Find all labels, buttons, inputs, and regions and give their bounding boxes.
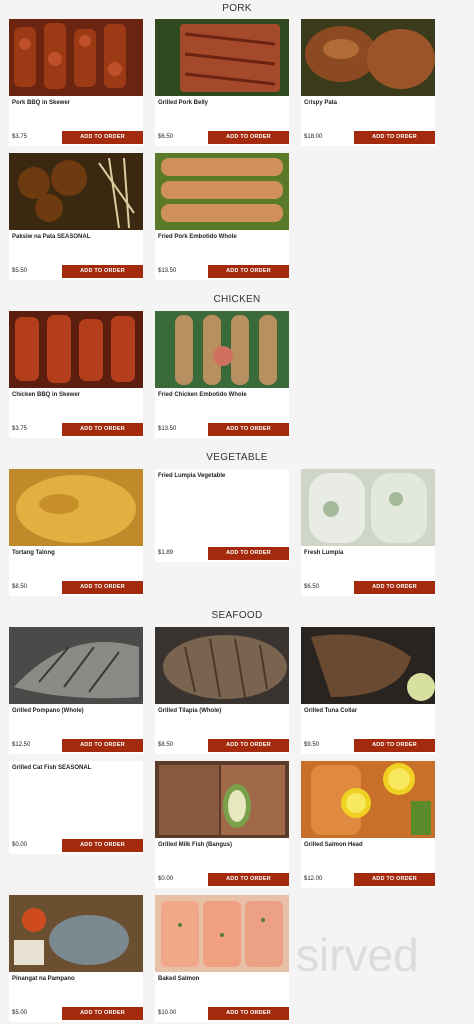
section-title-chicken: CHICKEN bbox=[213, 294, 261, 305]
item-name: Grilled Cat Fish SEASONAL bbox=[12, 765, 92, 771]
item-price: $12.00 bbox=[304, 876, 323, 882]
food-photo bbox=[155, 627, 289, 704]
menu-item-pinangat[interactable]: Pinangat na Pampano $5.00 ADD TO ORDER bbox=[9, 895, 143, 1022]
food-photo bbox=[301, 19, 435, 96]
section-title-pork: PORK bbox=[222, 3, 252, 14]
menu-item-milk-fish[interactable]: Grilled Milk Fish (Bangus) $0.00 ADD TO … bbox=[155, 761, 289, 888]
food-photo bbox=[9, 311, 143, 388]
food-photo bbox=[301, 627, 435, 704]
section-title-vegetable: VEGETABLE bbox=[206, 452, 268, 463]
menu-item-baked-salmon[interactable]: Baked Salmon $10.00 ADD TO ORDER bbox=[155, 895, 289, 1022]
item-price: $13.50 bbox=[158, 426, 177, 432]
food-photo bbox=[155, 311, 289, 388]
add-to-order-button[interactable]: ADD TO ORDER bbox=[62, 839, 143, 852]
menu-item-pork-belly[interactable]: Grilled Pork Belly $6.50 ADD TO ORDER bbox=[155, 19, 289, 146]
add-to-order-button[interactable]: ADD TO ORDER bbox=[354, 739, 435, 752]
add-to-order-button[interactable]: ADD TO ORDER bbox=[62, 739, 143, 752]
sirved-watermark: sirved bbox=[296, 929, 419, 981]
item-name: Paksiw na Pata SEASONAL bbox=[12, 234, 91, 240]
item-name: Fried Pork Embotido Whole bbox=[158, 234, 237, 240]
item-name: Grilled Pork Belly bbox=[158, 100, 209, 106]
menu-item-chicken-bbq[interactable]: Chicken BBQ in Skewer $3.75 ADD TO ORDER bbox=[9, 311, 143, 438]
item-price: $6.50 bbox=[158, 134, 174, 140]
item-name: Fried Chicken Embotido Whole bbox=[158, 392, 247, 398]
menu-item-crispy-pata[interactable]: Crispy Pata $18.00 ADD TO ORDER bbox=[301, 19, 435, 146]
item-price: $9.50 bbox=[304, 742, 320, 748]
item-name: Baked Salmon bbox=[158, 976, 200, 982]
add-to-order-button[interactable]: ADD TO ORDER bbox=[354, 581, 435, 594]
food-photo bbox=[301, 761, 435, 838]
item-name: Grilled Salmon Head bbox=[304, 842, 363, 848]
item-price: $5.00 bbox=[12, 1010, 28, 1016]
item-name: Grilled Milk Fish (Bangus) bbox=[158, 842, 233, 848]
item-price: $13.50 bbox=[158, 268, 177, 274]
food-photo bbox=[9, 895, 143, 972]
item-price: $1.89 bbox=[158, 550, 174, 556]
item-price: $6.50 bbox=[304, 584, 320, 590]
item-name: Fried Lumpia Vegetable bbox=[158, 473, 226, 479]
item-price: $12.50 bbox=[12, 742, 31, 748]
add-to-order-button[interactable]: ADD TO ORDER bbox=[62, 423, 143, 436]
menu-item-fresh-lumpia[interactable]: Fresh Lumpia $6.50 ADD TO ORDER bbox=[301, 469, 435, 596]
food-photo bbox=[155, 895, 289, 972]
food-photo bbox=[155, 761, 289, 838]
add-to-order-button[interactable]: ADD TO ORDER bbox=[208, 873, 289, 886]
item-price: $0.00 bbox=[12, 842, 28, 848]
item-name: Crispy Pata bbox=[304, 100, 338, 106]
menu-item-tortang-talong[interactable]: Tortang Talong $8.50 ADD TO ORDER bbox=[9, 469, 143, 596]
item-price: $3.75 bbox=[12, 426, 28, 432]
add-to-order-button[interactable]: ADD TO ORDER bbox=[208, 739, 289, 752]
item-price: $18.00 bbox=[304, 134, 323, 140]
menu-item-pompano[interactable]: Grilled Pompano (Whole) $12.50 ADD TO OR… bbox=[9, 627, 143, 754]
food-photo bbox=[9, 469, 143, 546]
item-name: Grilled Tilapia (Whole) bbox=[158, 708, 222, 714]
item-price: $0.00 bbox=[158, 876, 174, 882]
item-name: Chicken BBQ in Skewer bbox=[12, 392, 81, 398]
menu-item-tuna-collar[interactable]: Grilled Tuna Collar $9.50 ADD TO ORDER bbox=[301, 627, 435, 754]
menu-item-salmon-head[interactable]: Grilled Salmon Head $12.00 ADD TO ORDER bbox=[301, 761, 435, 888]
food-photo bbox=[155, 153, 289, 230]
item-price: $3.75 bbox=[12, 134, 28, 140]
food-photo bbox=[9, 153, 143, 230]
item-price: $8.50 bbox=[12, 584, 28, 590]
menu-item-fried-lumpia[interactable]: Fried Lumpia Vegetable $1.89 ADD TO ORDE… bbox=[155, 469, 289, 562]
menu-item-pork-bbq[interactable]: Pork BBQ in Skewer $3.75 ADD TO ORDER bbox=[9, 19, 143, 146]
add-to-order-button[interactable]: ADD TO ORDER bbox=[62, 265, 143, 278]
item-name: Pinangat na Pampano bbox=[12, 976, 75, 982]
item-name: Fresh Lumpia bbox=[304, 550, 344, 556]
add-to-order-button[interactable]: ADD TO ORDER bbox=[62, 131, 143, 144]
add-to-order-button[interactable]: ADD TO ORDER bbox=[62, 581, 143, 594]
add-to-order-button[interactable]: ADD TO ORDER bbox=[354, 131, 435, 144]
item-price: $5.50 bbox=[12, 268, 28, 274]
food-photo bbox=[301, 469, 435, 546]
add-to-order-button[interactable]: ADD TO ORDER bbox=[208, 1007, 289, 1020]
add-to-order-button[interactable]: ADD TO ORDER bbox=[208, 547, 289, 560]
add-to-order-button[interactable]: ADD TO ORDER bbox=[62, 1007, 143, 1020]
food-photo bbox=[9, 19, 143, 96]
add-to-order-button[interactable]: ADD TO ORDER bbox=[208, 265, 289, 278]
menu-item-embotido-chicken[interactable]: Fried Chicken Embotido Whole $13.50 ADD … bbox=[155, 311, 289, 438]
item-name: Grilled Pompano (Whole) bbox=[12, 708, 84, 714]
menu-item-paksiw[interactable]: Paksiw na Pata SEASONAL $5.50 ADD TO ORD… bbox=[9, 153, 143, 280]
section-title-seafood: SEAFOOD bbox=[211, 610, 263, 621]
food-photo bbox=[9, 627, 143, 704]
item-price: $10.00 bbox=[158, 1010, 177, 1016]
food-photo bbox=[155, 19, 289, 96]
add-to-order-button[interactable]: ADD TO ORDER bbox=[354, 873, 435, 886]
menu-item-cat-fish[interactable]: Grilled Cat Fish SEASONAL $0.00 ADD TO O… bbox=[9, 761, 143, 854]
item-name: Pork BBQ in Skewer bbox=[12, 100, 71, 106]
menu-item-embotido-pork[interactable]: Fried Pork Embotido Whole $13.50 ADD TO … bbox=[155, 153, 289, 280]
item-price: $8.50 bbox=[158, 742, 174, 748]
menu-item-tilapia[interactable]: Grilled Tilapia (Whole) $8.50 ADD TO ORD… bbox=[155, 627, 289, 754]
add-to-order-button[interactable]: ADD TO ORDER bbox=[208, 423, 289, 436]
add-to-order-button[interactable]: ADD TO ORDER bbox=[208, 131, 289, 144]
item-name: Tortang Talong bbox=[12, 550, 55, 556]
item-name: Grilled Tuna Collar bbox=[304, 708, 358, 714]
